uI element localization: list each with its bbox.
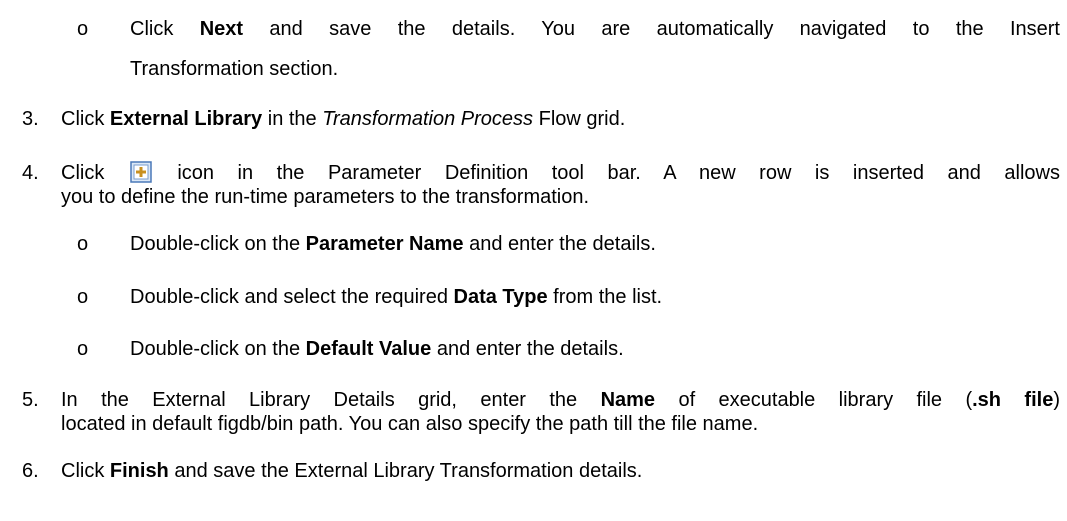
bold-data-type: Data Type <box>453 286 548 308</box>
insert-row-icon[interactable] <box>130 161 152 183</box>
italic-transformation-process: Transformation Process <box>322 108 534 130</box>
step-4-line1: Click icon in the Parameter Definition t… <box>61 161 1060 184</box>
bold-finish: Finish <box>109 460 169 482</box>
bold-default-value: Default Value <box>305 338 432 360</box>
bold-next: Next <box>199 18 244 40</box>
bold-external-library: External Library <box>109 108 263 130</box>
bullet-glyph: o <box>77 233 89 255</box>
step-number-4: 4. <box>22 162 39 184</box>
bold-sh-file: .sh file <box>972 389 1054 411</box>
step-sub-next-line2: Transformation section. <box>130 58 339 80</box>
step-6-text: Click Finish and save the External Libra… <box>61 460 643 482</box>
step-sub-next-line1: Click Next and save the details. You are… <box>130 18 1060 40</box>
step-4-line2: you to define the run-time parameters to… <box>61 186 590 208</box>
bullet-glyph: o <box>77 18 89 40</box>
step-5-line1: In the External Library Details grid, en… <box>61 389 1060 411</box>
step-number-5: 5. <box>22 389 39 411</box>
bold-parameter-name: Parameter Name <box>305 233 464 255</box>
bullet-glyph: o <box>77 338 89 360</box>
step-4-sub-data-type: Double-click and select the required Dat… <box>130 286 663 308</box>
step-5-line2: located in default figdb/bin path. You c… <box>61 413 759 435</box>
bullet-glyph: o <box>77 286 89 308</box>
step-number-3: 3. <box>22 108 39 130</box>
bold-name: Name <box>600 389 656 411</box>
step-3-text: Click External Library in the Transforma… <box>61 108 626 130</box>
step-4-sub-parameter-name: Double-click on the Parameter Name and e… <box>130 233 656 255</box>
step-number-6: 6. <box>22 460 39 482</box>
step-4-sub-default-value: Double-click on the Default Value and en… <box>130 338 624 360</box>
